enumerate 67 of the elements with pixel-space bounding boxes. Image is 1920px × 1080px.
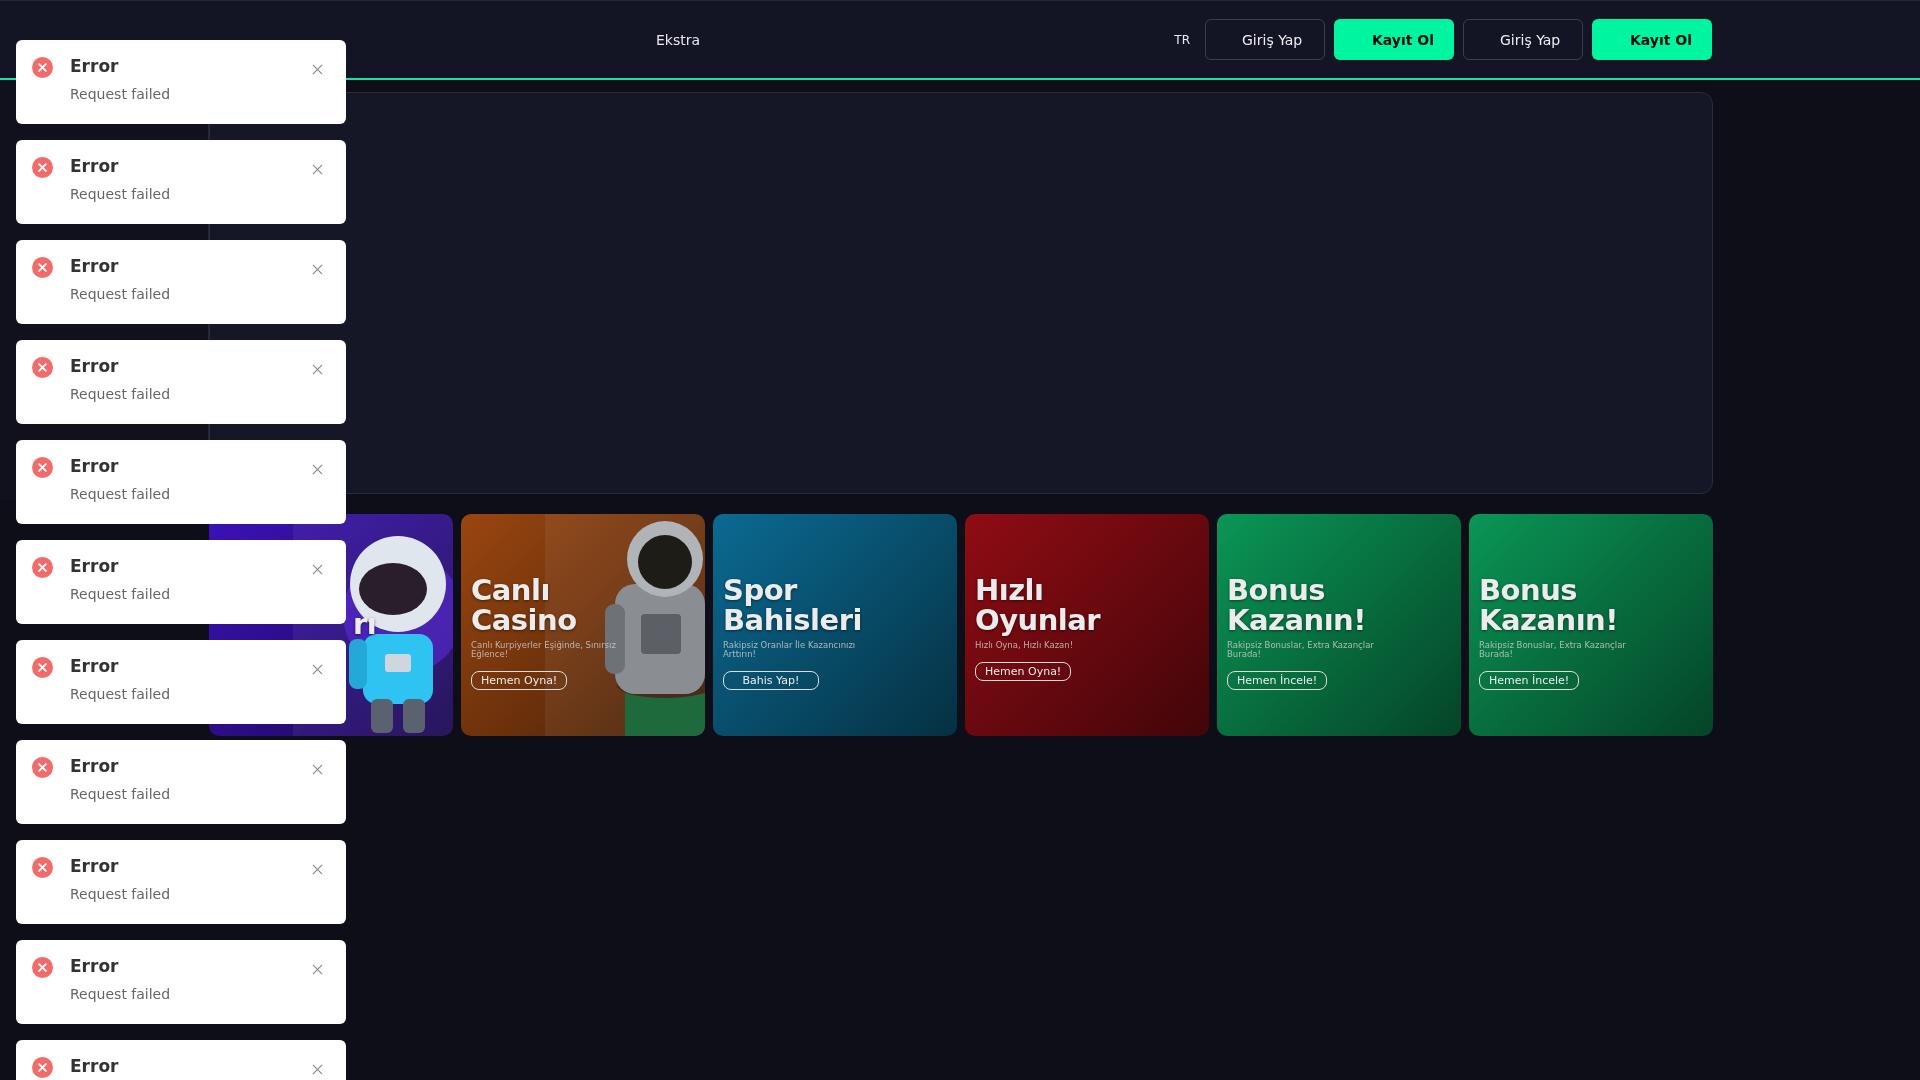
toast-message: Request failed (70, 586, 172, 602)
toast-title: Error (70, 956, 120, 976)
error-icon (32, 157, 53, 178)
toast-title: Error (70, 456, 120, 476)
toast-title: Error (70, 1056, 120, 1076)
toast-title: Error (70, 356, 120, 376)
promo-card[interactable]: Bonus Kazanın! Rakipsiz Bonuslar, Extra Kazançlar Burada! Hemen İncele! (1469, 514, 1713, 736)
toast-title: Error (70, 156, 120, 176)
error-icon (32, 257, 53, 278)
toast-message: Request failed (70, 886, 172, 902)
promo-card[interactable]: Hızlı Oyunlar Hızlı Oyna, Hızlı Kazan! Hemen Oyna! (965, 514, 1209, 736)
error-icon (32, 757, 53, 778)
login-button[interactable]: Giriş Yap (1205, 19, 1325, 60)
promo-card[interactable]: Spor Bahisleri Rakipsiz Oranlar İle Kazancınızı Arttırın! Bahis Yap! (713, 514, 957, 736)
card-button[interactable]: Hemen İncele! (1227, 671, 1328, 690)
close-icon[interactable] (312, 464, 323, 475)
card-button[interactable]: Hemen İncele! (1479, 671, 1580, 690)
toast-title: Error (70, 56, 120, 76)
card-title: Bonus Kazanın! (1479, 576, 1619, 636)
toast-message: Request failed (70, 186, 172, 202)
error-icon (32, 657, 53, 678)
error-icon (32, 857, 53, 878)
toast-title: Error (70, 256, 120, 276)
toast-title: Error (70, 856, 120, 876)
toast-title: Error (70, 656, 120, 676)
card-title: Canlı Casino (471, 576, 578, 636)
card-button[interactable]: Hemen Oyna! (471, 671, 568, 690)
card-title: rı (353, 610, 377, 640)
error-icon (32, 957, 53, 978)
card-title: Spor Bahisleri (723, 576, 863, 636)
close-icon[interactable] (312, 964, 323, 975)
card-subtitle: Hızlı Oyna, Hızlı Kazan! (975, 641, 1074, 651)
promo-card[interactable]: Bonus Kazanın! Rakipsiz Bonuslar, Extra Kazançlar Burada! Hemen İncele! (1217, 514, 1461, 736)
close-icon[interactable] (312, 664, 323, 675)
card-button[interactable]: Hemen Oyna! (975, 662, 1072, 682)
card-button[interactable]: Bahis Yap! (723, 671, 819, 690)
toast-message: Request failed (70, 986, 172, 1002)
toast-message: Request failed (70, 86, 172, 102)
toast-message: Request failed (70, 686, 172, 702)
error-icon (32, 557, 53, 578)
close-icon[interactable] (312, 364, 323, 375)
toast-message: Request failed (70, 786, 172, 802)
language-selector[interactable]: TR (1174, 32, 1190, 47)
card-title: Bonus Kazanın! (1227, 576, 1367, 636)
register-button[interactable]: Kayıt Ol (1334, 19, 1454, 60)
card-subtitle: Rakipsiz Oranlar İle Kazancınızı Arttırın! (723, 641, 857, 659)
nav-link[interactable]: Ekstra (656, 31, 701, 48)
error-icon (32, 457, 53, 478)
toast-title: Error (70, 556, 120, 576)
toast-message: Request failed (70, 286, 172, 302)
card-subtitle: Rakipsiz Bonuslar, Extra Kazançlar Burada! (1227, 641, 1375, 659)
close-icon[interactable] (312, 764, 323, 775)
close-icon[interactable] (312, 864, 323, 875)
card-title: Hızlı Oyunlar (975, 576, 1102, 636)
login-button[interactable]: Giriş Yap (1463, 19, 1583, 60)
toast-title: Error (70, 756, 120, 776)
toast-message: Request failed (70, 486, 172, 502)
register-button[interactable]: Kayıt Ol (1592, 19, 1712, 60)
card-subtitle: Rakipsiz Bonuslar, Extra Kazançlar Burada! (1479, 641, 1627, 659)
close-icon[interactable] (312, 264, 323, 275)
error-icon (32, 357, 53, 378)
close-icon[interactable] (312, 64, 323, 75)
error-icon (32, 57, 53, 78)
close-icon[interactable] (312, 564, 323, 575)
close-icon[interactable] (312, 1064, 323, 1075)
close-icon[interactable] (312, 164, 323, 175)
toast-message: Request failed (70, 386, 172, 402)
